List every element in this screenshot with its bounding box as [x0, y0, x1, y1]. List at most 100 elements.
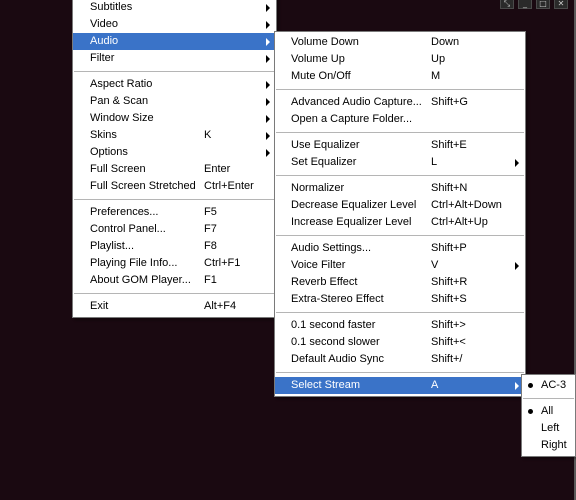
menu-separator — [74, 71, 275, 72]
menu-separator — [523, 398, 574, 399]
menu-item-label: Select Stream — [291, 379, 361, 391]
menu-item-channel-all[interactable]: All — [522, 403, 575, 420]
menu-item-volume-up[interactable]: Volume Up Up — [275, 51, 525, 68]
menu-item-subtitles[interactable]: Subtitles — [73, 0, 276, 16]
menu-item-shortcut: Shift+N — [431, 182, 468, 194]
menu-item-use-equalizer[interactable]: Use Equalizer Shift+E — [275, 137, 525, 154]
menu-item-shortcut: Alt+F4 — [204, 300, 237, 312]
menu-item-label: Default Audio Sync — [291, 353, 384, 365]
menu-separator — [276, 372, 524, 373]
menu-item-label: Volume Down — [291, 36, 359, 48]
menu-item-label: Full Screen Stretched — [90, 180, 196, 192]
menu-item-pan-scan[interactable]: Pan & Scan — [73, 93, 276, 110]
menu-item-label: Window Size — [90, 112, 154, 124]
close-icon[interactable]: ✕ — [554, 0, 568, 9]
menu-item-label: Right — [541, 439, 567, 451]
menu-item-window-size[interactable]: Window Size — [73, 110, 276, 127]
menu-item-select-stream[interactable]: Select Stream A — [275, 377, 525, 394]
menu-item-exit[interactable]: Exit Alt+F4 — [73, 298, 276, 315]
menu-item-shortcut: Shift+/ — [431, 353, 463, 365]
menu-item-shortcut: Shift+< — [431, 336, 466, 348]
menu-item-increase-eq-level[interactable]: Increase Equalizer Level Ctrl+Alt+Up — [275, 214, 525, 231]
menu-item-label: Full Screen — [90, 163, 146, 175]
menu-item-stream-ac3[interactable]: AC-3 — [522, 377, 575, 394]
menu-item-sync-faster[interactable]: 0.1 second faster Shift+> — [275, 317, 525, 334]
menu-item-shortcut: Enter — [204, 163, 231, 175]
menu-item-shortcut: M — [431, 70, 441, 82]
menu-item-shortcut: Ctrl+Alt+Up — [431, 216, 488, 228]
menu-item-audio[interactable]: Audio — [73, 33, 276, 50]
minimize-icon[interactable]: _ — [518, 0, 532, 9]
menu-item-aspect-ratio[interactable]: Aspect Ratio — [73, 76, 276, 93]
submenu-arrow-icon — [266, 115, 270, 123]
menu-item-advanced-audio-capture[interactable]: Advanced Audio Capture... Shift+G — [275, 94, 525, 111]
menu-item-label: Aspect Ratio — [90, 78, 153, 90]
menu-item-label: Video — [90, 18, 118, 30]
menu-item-shortcut: L — [431, 156, 438, 168]
menu-item-full-screen-stretched[interactable]: Full Screen Stretched Ctrl+Enter — [73, 178, 276, 195]
menu-separator — [276, 235, 524, 236]
menu-separator — [74, 293, 275, 294]
menu-item-shortcut: Shift+> — [431, 319, 466, 331]
menu-item-playlist[interactable]: Playlist... F8 — [73, 238, 276, 255]
menu-item-channel-right[interactable]: Right — [522, 437, 575, 454]
menu-item-label: Voice Filter — [291, 259, 346, 271]
menu-item-label: Filter — [90, 52, 115, 64]
menu-separator — [276, 312, 524, 313]
menu-item-label: Exit — [90, 300, 109, 312]
menu-item-reverb-effect[interactable]: Reverb Effect Shift+R — [275, 274, 525, 291]
context-menu: Subtitles Video Audio Filter Aspect Rati… — [72, 0, 277, 318]
menu-item-shortcut: Ctrl+Enter — [204, 180, 254, 192]
menu-item-shortcut: Ctrl+Alt+Down — [431, 199, 502, 211]
menu-item-label: Open a Capture Folder... — [291, 113, 413, 125]
menu-item-sync-slower[interactable]: 0.1 second slower Shift+< — [275, 334, 525, 351]
menu-item-label: All — [541, 405, 554, 417]
menu-item-label: Reverb Effect — [291, 276, 358, 288]
menu-item-default-audio-sync[interactable]: Default Audio Sync Shift+/ — [275, 351, 525, 368]
menu-item-label: Set Equalizer — [291, 156, 357, 168]
menu-item-voice-filter[interactable]: Voice Filter V — [275, 257, 525, 274]
menu-item-label: Audio — [90, 35, 119, 47]
menu-item-audio-settings[interactable]: Audio Settings... Shift+P — [275, 240, 525, 257]
menu-item-label: Advanced Audio Capture... — [291, 96, 422, 108]
submenu-arrow-icon — [266, 55, 270, 63]
menu-item-shortcut: F8 — [204, 240, 217, 252]
menu-item-extra-stereo-effect[interactable]: Extra-Stereo Effect Shift+S — [275, 291, 525, 308]
submenu-arrow-icon — [266, 149, 270, 157]
menu-item-preferences[interactable]: Preferences... F5 — [73, 204, 276, 221]
menu-item-about[interactable]: About GOM Player... F1 — [73, 272, 276, 289]
select-stream-submenu: AC-3 All Left Right — [521, 374, 576, 457]
menu-separator — [74, 199, 275, 200]
menu-item-normalizer[interactable]: Normalizer Shift+N — [275, 180, 525, 197]
menu-separator — [276, 175, 524, 176]
menu-item-set-equalizer[interactable]: Set Equalizer L — [275, 154, 525, 171]
menu-item-shortcut: Up — [431, 53, 446, 65]
maximize-icon[interactable]: □ — [536, 0, 550, 9]
submenu-arrow-icon — [515, 262, 519, 270]
menu-item-label: Normalizer — [291, 182, 345, 194]
menu-item-filter[interactable]: Filter — [73, 50, 276, 67]
menu-item-shortcut: Shift+R — [431, 276, 468, 288]
window-controls: ⤡ _ □ ✕ — [500, 0, 568, 9]
menu-item-label: Playlist... — [90, 240, 135, 252]
restore-icon[interactable]: ⤡ — [500, 0, 514, 9]
submenu-arrow-icon — [266, 21, 270, 29]
menu-item-video[interactable]: Video — [73, 16, 276, 33]
menu-item-volume-down[interactable]: Volume Down Down — [275, 34, 525, 51]
menu-item-full-screen[interactable]: Full Screen Enter — [73, 161, 276, 178]
menu-item-shortcut: F1 — [204, 274, 217, 286]
menu-separator — [276, 89, 524, 90]
submenu-arrow-icon — [515, 159, 519, 167]
menu-item-control-panel[interactable]: Control Panel... F7 — [73, 221, 276, 238]
menu-item-open-capture-folder[interactable]: Open a Capture Folder... — [275, 111, 525, 128]
menu-item-shortcut: F5 — [204, 206, 217, 218]
menu-item-label: Mute On/Off — [291, 70, 351, 82]
menu-item-label: AC-3 — [541, 379, 567, 391]
menu-item-playing-file-info[interactable]: Playing File Info... Ctrl+F1 — [73, 255, 276, 272]
menu-item-channel-left[interactable]: Left — [522, 420, 575, 437]
menu-item-mute[interactable]: Mute On/Off M — [275, 68, 525, 85]
menu-item-options[interactable]: Options — [73, 144, 276, 161]
submenu-arrow-icon — [266, 38, 270, 46]
menu-item-decrease-eq-level[interactable]: Decrease Equalizer Level Ctrl+Alt+Down — [275, 197, 525, 214]
menu-item-skins[interactable]: Skins K — [73, 127, 276, 144]
